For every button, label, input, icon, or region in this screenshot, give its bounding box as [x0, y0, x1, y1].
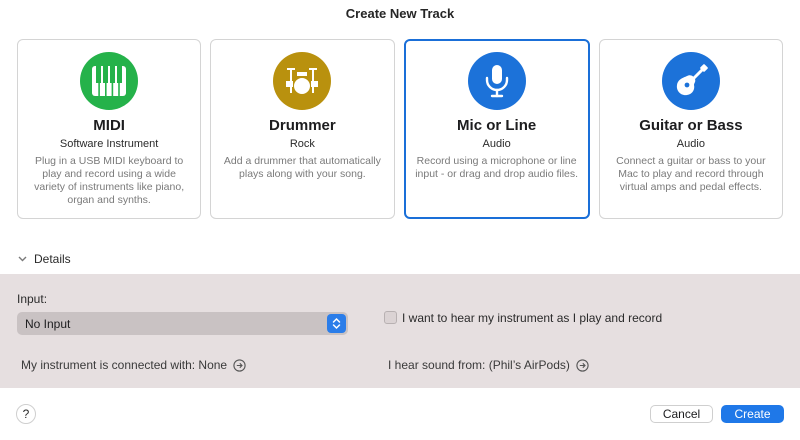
- card-subtitle: Audio: [482, 138, 511, 150]
- dialog-title: Create New Track: [345, 6, 455, 21]
- card-title: Guitar or Bass: [639, 117, 743, 134]
- output-info: I hear sound from: (Phil’s AirPods): [388, 358, 589, 372]
- details-disclosure[interactable]: Details: [18, 251, 71, 267]
- microphone-icon: [467, 52, 526, 110]
- card-drummer[interactable]: Drummer Rock Add a drummer that automati…: [210, 39, 395, 219]
- track-type-cards: MIDI Software Instrument Plug in a USB M…: [17, 39, 783, 219]
- card-subtitle: Audio: [676, 138, 705, 150]
- card-title: Drummer: [269, 117, 336, 134]
- card-description: Plug in a USB MIDI keyboard to play and …: [34, 155, 185, 206]
- drum-kit-icon: [273, 52, 332, 110]
- piano-keys-icon: [80, 52, 139, 110]
- details-label: Details: [34, 252, 71, 266]
- circle-arrow-right-icon[interactable]: [233, 358, 246, 372]
- monitor-checkbox[interactable]: [384, 311, 397, 324]
- input-select-value: No Input: [25, 317, 71, 331]
- input-select[interactable]: No Input: [17, 312, 348, 335]
- create-button[interactable]: Create: [721, 405, 784, 423]
- input-label: Input:: [17, 292, 48, 306]
- card-mic-or-line[interactable]: Mic or Line Audio Record using a microph…: [403, 39, 590, 219]
- connection-info: My instrument is connected with: None: [21, 358, 246, 372]
- card-midi[interactable]: MIDI Software Instrument Plug in a USB M…: [17, 39, 202, 219]
- card-description: Connect a guitar or bass to your Mac to …: [616, 155, 766, 193]
- circle-arrow-right-icon[interactable]: [576, 358, 589, 372]
- output-text: I hear sound from: (Phil’s AirPods): [388, 358, 570, 372]
- up-down-chevron-icon: [327, 314, 346, 333]
- card-description: Record using a microphone or line input …: [415, 155, 579, 180]
- chevron-down-icon: [18, 256, 27, 262]
- card-title: MIDI: [93, 117, 125, 134]
- card-subtitle: Rock: [289, 138, 315, 150]
- card-subtitle: Software Instrument: [59, 138, 159, 150]
- details-panel: Input: No Input I want to hear my instru…: [0, 274, 800, 388]
- monitor-checkbox-label: I want to hear my instrument as I play a…: [402, 311, 663, 325]
- guitar-icon: [661, 52, 720, 110]
- card-guitar-or-bass[interactable]: Guitar or Bass Audio Connect a guitar or…: [598, 39, 783, 219]
- card-description: Add a drummer that automatically plays a…: [223, 155, 381, 180]
- cancel-button[interactable]: Cancel: [650, 405, 713, 423]
- help-button[interactable]: ?: [16, 404, 36, 424]
- card-title: Mic or Line: [457, 117, 537, 134]
- connection-text: My instrument is connected with: None: [21, 358, 228, 372]
